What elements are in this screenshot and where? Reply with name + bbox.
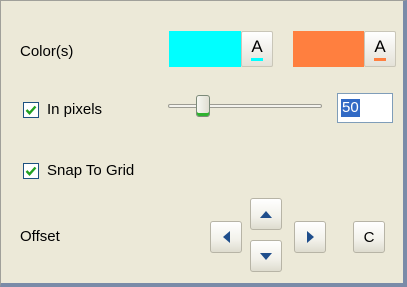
color-swatch-2[interactable] — [293, 31, 364, 67]
color-group-1: A — [169, 31, 273, 67]
offset-label: Offset — [20, 228, 60, 245]
arrow-up-icon — [260, 210, 272, 218]
offset-center-button[interactable]: C — [353, 221, 385, 253]
font-button-label-1: A — [251, 36, 263, 56]
arrow-left-icon — [222, 231, 230, 243]
font-color-indicator-1 — [251, 57, 263, 61]
font-color-button-2[interactable]: A — [364, 31, 396, 67]
in-pixels-label[interactable]: In pixels — [47, 100, 102, 120]
font-color-indicator-2 — [374, 57, 386, 61]
pixel-size-value: 50 — [341, 99, 360, 117]
pixel-size-input[interactable]: 50 — [337, 93, 393, 123]
center-button-label: C — [363, 228, 375, 246]
snap-to-grid-checkbox[interactable] — [23, 163, 39, 179]
offset-up-button[interactable] — [250, 198, 282, 230]
arrow-down-icon — [260, 252, 272, 260]
font-button-label-2: A — [374, 36, 386, 56]
offset-left-button[interactable] — [210, 221, 242, 253]
checkmark-icon — [25, 105, 37, 115]
offset-right-button[interactable] — [294, 221, 326, 253]
arrow-right-icon — [306, 231, 314, 243]
offset-down-button[interactable] — [250, 240, 282, 272]
in-pixels-checkbox[interactable] — [23, 102, 39, 118]
checkmark-icon — [25, 166, 37, 176]
color-group-2: A — [293, 31, 396, 67]
size-slider-track[interactable] — [168, 104, 322, 108]
color-swatch-1[interactable] — [169, 31, 241, 67]
snap-to-grid-label[interactable]: Snap To Grid — [47, 161, 134, 181]
size-slider-thumb[interactable] — [196, 95, 210, 117]
colors-label: Color(s) — [20, 43, 74, 60]
font-color-button-1[interactable]: A — [241, 31, 273, 67]
